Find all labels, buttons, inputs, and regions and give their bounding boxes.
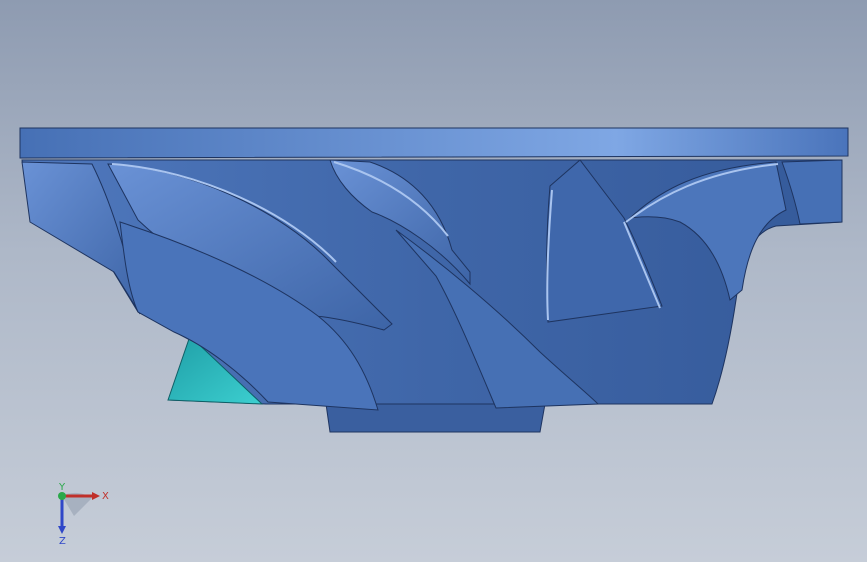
- y-axis-label: Y: [58, 482, 66, 493]
- impeller-model[interactable]: [0, 0, 867, 562]
- x-axis-arrowhead: [92, 492, 100, 500]
- coordinate-triad: X Y Z: [58, 482, 109, 547]
- x-axis-label: X: [102, 491, 109, 502]
- impeller-top-plate: [19, 127, 849, 159]
- y-axis-dot: [58, 492, 66, 500]
- z-axis-label: Z: [59, 536, 66, 547]
- 3d-viewport[interactable]: X Y Z: [0, 0, 867, 562]
- z-axis-arrowhead: [58, 526, 66, 534]
